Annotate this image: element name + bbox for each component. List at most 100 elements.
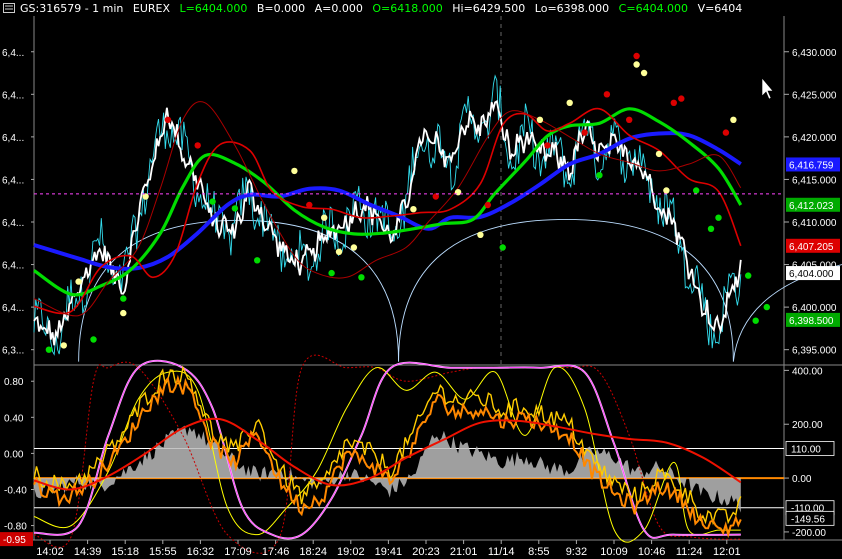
- osc-right-tick-label: -200.00: [792, 528, 826, 539]
- price-value-badge-text: 6,398.500: [789, 316, 834, 327]
- time-tick-label: 14:39: [74, 546, 102, 558]
- price-left-tick-label: 6,4...: [2, 133, 24, 144]
- price-y-tick-label: 6,400.000: [792, 303, 837, 314]
- header-volume: V=6404: [697, 2, 743, 15]
- time-tick-label: 8:55: [528, 546, 549, 558]
- osc-left-tick-label: -0.40: [4, 485, 27, 496]
- price-y-tick-label: 6,395.000: [792, 346, 837, 357]
- header-high: Hi=6429.500: [452, 2, 526, 15]
- signal-dot: [484, 201, 491, 209]
- signal-dot: [209, 198, 216, 205]
- time-tick-label: 18:24: [299, 546, 327, 558]
- price-y-tick-label: 6,430.000: [792, 48, 837, 59]
- header-exchange: EUREX: [132, 2, 171, 15]
- header-last: L=6404.000: [179, 2, 248, 15]
- signal-dot: [536, 116, 544, 124]
- signal-dot: [120, 309, 127, 317]
- signal-dot: [722, 129, 730, 136]
- trading-chart[interactable]: 6,430.000 6,425.000 6,420.000 6,415.000 6,41…: [0, 0, 842, 559]
- signal-dot: [752, 317, 759, 324]
- signal-dot: [566, 99, 573, 107]
- header-close: C=6404.000: [618, 2, 689, 15]
- time-tick-label: 20:23: [412, 546, 440, 558]
- price-left-tick-label: 6,3...: [2, 346, 24, 357]
- price-left-tick-label: 6,4...: [2, 303, 24, 314]
- price-value-badge-text: 6,404.000: [789, 269, 834, 280]
- header-low: Lo=6398.000: [534, 2, 610, 15]
- signal-dot: [678, 95, 685, 102]
- signal-dot: [90, 336, 97, 343]
- price-left-tick-label: 6,4...: [2, 218, 24, 229]
- signal-dot: [626, 116, 633, 124]
- price-value-badge-text: 6,412.023: [789, 201, 834, 212]
- signal-dot: [707, 225, 715, 232]
- signal-dot: [477, 231, 484, 238]
- price-y-tick-label: 6,415.000: [792, 175, 837, 186]
- signal-dot: [358, 274, 365, 281]
- header-symbol: GS:316579 - 1 min: [20, 2, 124, 15]
- osc-value-badge-text: -149.56: [791, 514, 825, 525]
- signal-dot: [633, 52, 640, 60]
- chart-header: GS:316579 - 1 min EUREX L=6404.000 B=0.0…: [20, 2, 748, 15]
- signal-dot: [499, 244, 506, 251]
- signal-dot: [45, 346, 53, 353]
- signal-dot: [581, 129, 588, 136]
- osc-right-tick-label: 200.00: [792, 420, 823, 431]
- signal-dot: [730, 116, 737, 124]
- time-tick-label: 14:02: [36, 546, 64, 558]
- signal-dot: [655, 150, 663, 158]
- signal-dot: [328, 269, 335, 277]
- signal-dot: [194, 142, 201, 149]
- price-left-tick-label: 6,4...: [2, 175, 24, 186]
- time-tick-label: 12:01: [713, 546, 741, 558]
- signal-dot: [640, 69, 648, 77]
- time-tick-label: 17:09: [224, 546, 252, 558]
- signal-dot: [633, 61, 640, 68]
- time-tick-label: 11:24: [676, 546, 703, 558]
- chart-menu-icon[interactable]: [3, 3, 15, 13]
- osc-left-tick-label: 0.80: [4, 377, 24, 388]
- signal-dot: [231, 205, 239, 212]
- signal-dot: [603, 91, 611, 98]
- osc-right-tick-label: 0.00: [792, 474, 812, 485]
- time-tick-label: 16:32: [187, 546, 215, 558]
- price-value-badge-text: 6,407.205: [789, 242, 834, 253]
- signal-dot: [763, 303, 770, 311]
- signal-dot: [60, 342, 67, 349]
- header-ask: A=0.000: [314, 2, 363, 15]
- osc-left-tick-label: 0.40: [4, 413, 24, 424]
- time-tick-label: 15:18: [111, 546, 139, 558]
- signal-dot: [335, 248, 343, 255]
- time-tick-label: 21:01: [450, 546, 478, 558]
- header-bid: B=0.000: [256, 2, 306, 15]
- time-tick-label: 19:41: [375, 546, 403, 558]
- signal-dot: [410, 206, 417, 213]
- time-tick-label: 10:46: [638, 546, 666, 558]
- signal-dot: [663, 187, 670, 194]
- price-y-tick-label: 6,425.000: [792, 90, 837, 101]
- header-open: O=6418.000: [372, 2, 443, 15]
- signal-dot: [715, 214, 722, 221]
- signal-dot: [693, 187, 700, 194]
- time-tick-label: 10:09: [600, 546, 628, 558]
- osc-left-marker-text: -0.95: [3, 535, 26, 546]
- osc-right-tick-label: 400.00: [792, 366, 823, 377]
- price-left-tick-label: 6,4...: [2, 90, 24, 101]
- time-tick-label: 9:32: [566, 546, 587, 558]
- price-y-tick-label: 6,410.000: [792, 218, 837, 229]
- signal-dot: [120, 295, 127, 302]
- price-left-tick-label: 6,4...: [2, 48, 24, 59]
- signal-dot: [350, 244, 358, 251]
- time-tick-label: 11/14: [488, 546, 515, 558]
- time-tick-label: 17:46: [262, 546, 290, 558]
- time-tick-label: 15:55: [149, 546, 177, 558]
- signal-dot: [306, 201, 313, 209]
- osc-left-marker: -0.95: [0, 532, 33, 547]
- signal-dot: [75, 278, 82, 285]
- time-tick-label: 19:02: [337, 546, 365, 558]
- signal-dot: [454, 189, 462, 196]
- signal-dot: [291, 167, 298, 175]
- signal-dot: [745, 272, 752, 279]
- signal-dot: [254, 257, 261, 264]
- osc-value-badge-text: 110.00: [791, 444, 821, 455]
